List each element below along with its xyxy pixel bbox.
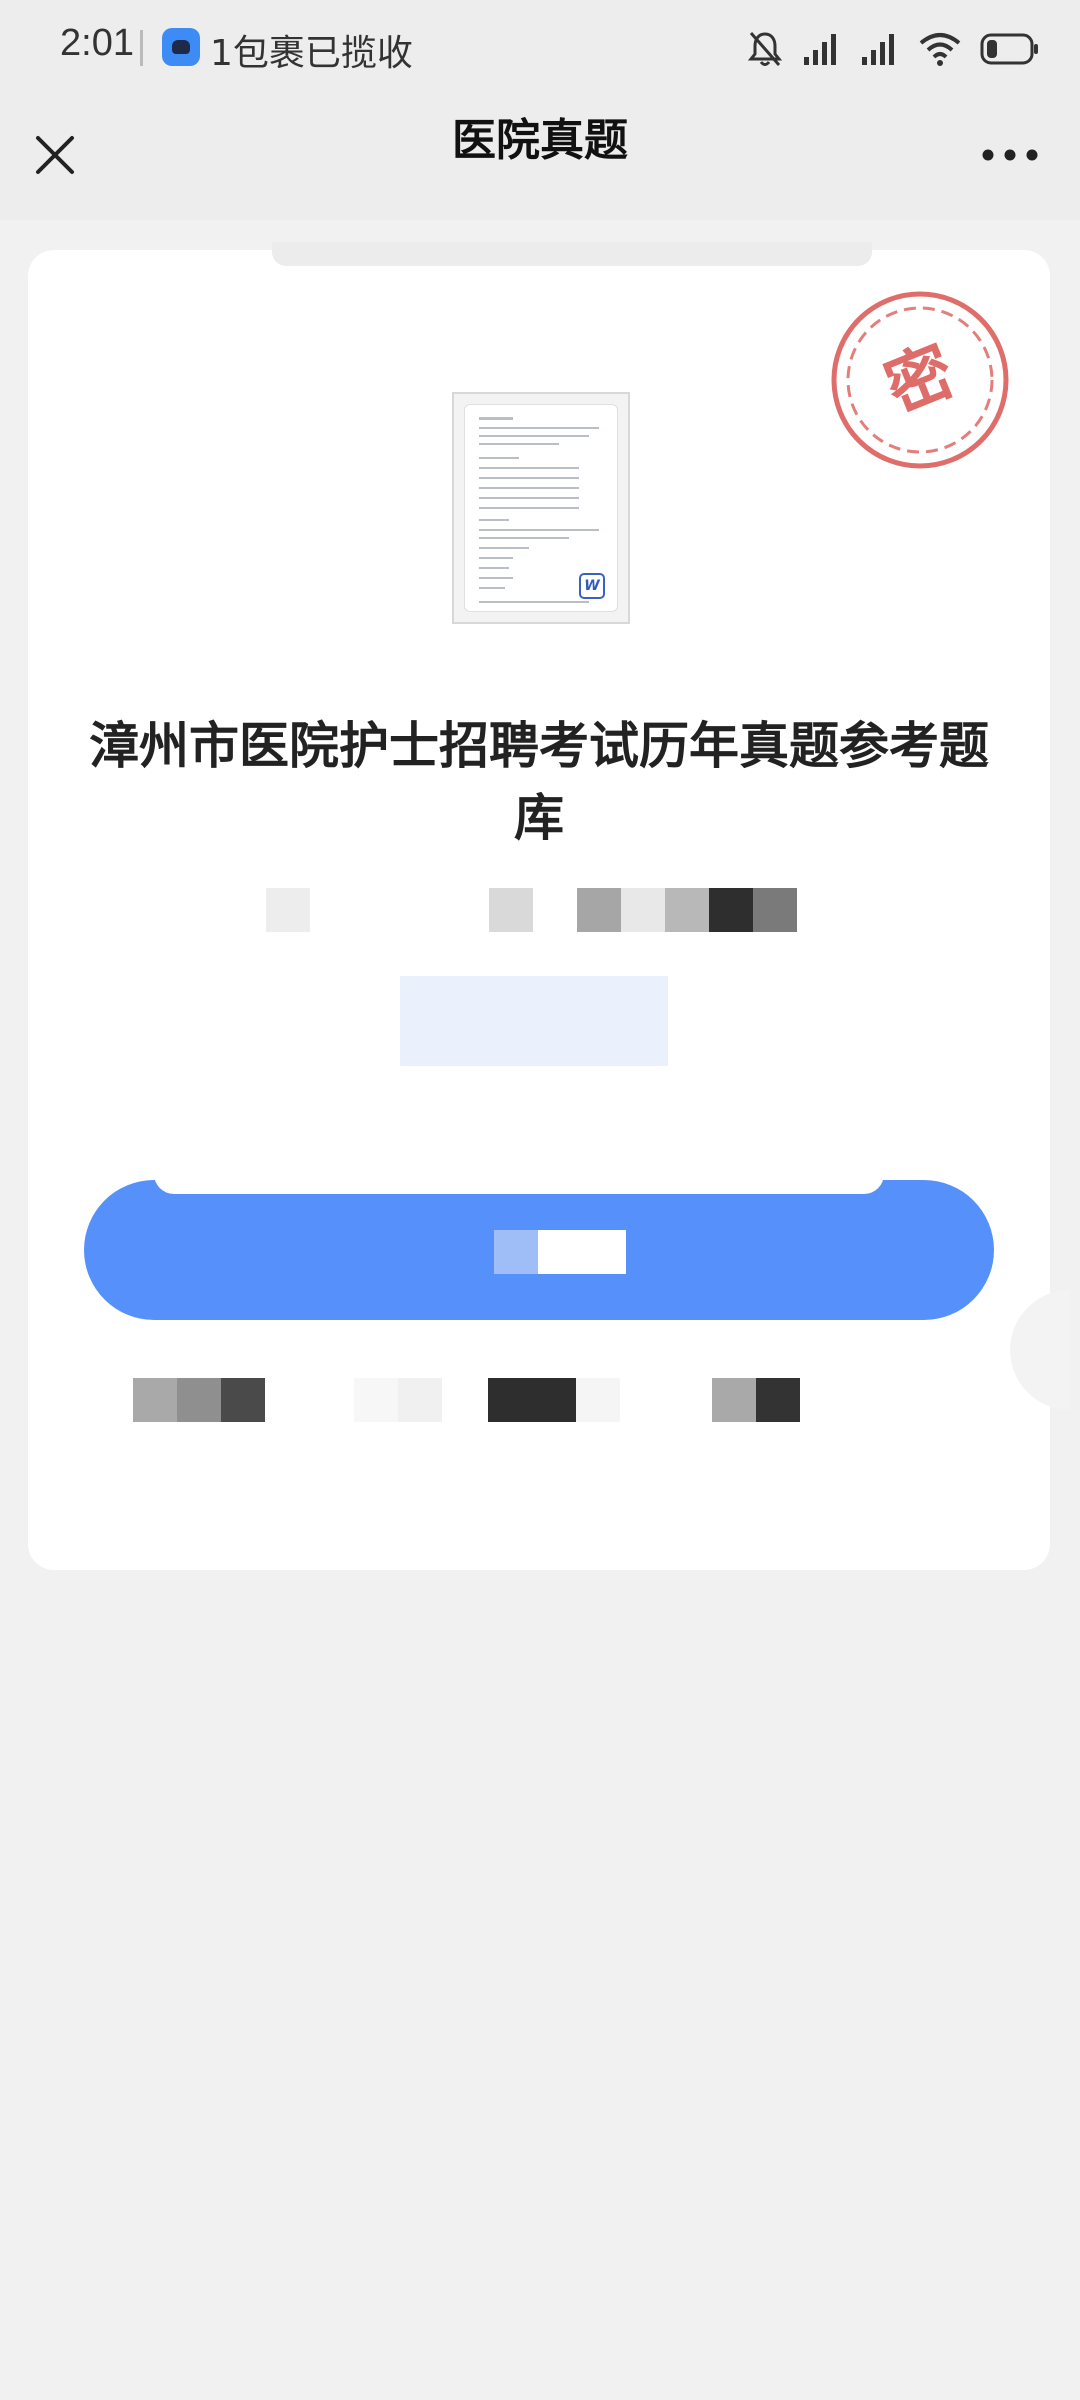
stamp-text: 密: [875, 331, 965, 427]
notification-text: 1包裹已揽收: [210, 33, 413, 74]
document-title: 漳州市医院护士招聘考试历年真题参考题库: [89, 717, 989, 847]
status-bar: 2:01 1包裹已揽收: [0, 0, 1080, 100]
page-title: 医院真题: [452, 115, 628, 166]
notification-app-icon: [162, 28, 200, 66]
document-thumbnail[interactable]: W: [452, 392, 630, 624]
wifi-icon: [919, 33, 961, 66]
primary-action-button[interactable]: [84, 1168, 994, 1320]
card-tab: [272, 242, 872, 266]
meta-row-pixelated: [28, 888, 1050, 932]
more-icon[interactable]: [980, 140, 1040, 170]
title-bar: 医院真题: [0, 100, 1080, 220]
content-card: 密 W 漳州市医院护士招聘考试历年真题参考题库: [28, 242, 1070, 1570]
confidential-stamp-icon: 密: [831, 291, 1009, 469]
bell-muted-icon: [747, 32, 783, 66]
battery-icon: [980, 33, 1038, 65]
status-time: 2:01: [60, 22, 134, 64]
info-box-pixelated: [400, 976, 668, 1066]
signal-icon: [862, 34, 894, 65]
footer-row-pixelated: [28, 1378, 1050, 1422]
status-separator: [140, 30, 143, 66]
signal-icon: [804, 34, 836, 65]
word-document-icon: W: [579, 573, 605, 599]
